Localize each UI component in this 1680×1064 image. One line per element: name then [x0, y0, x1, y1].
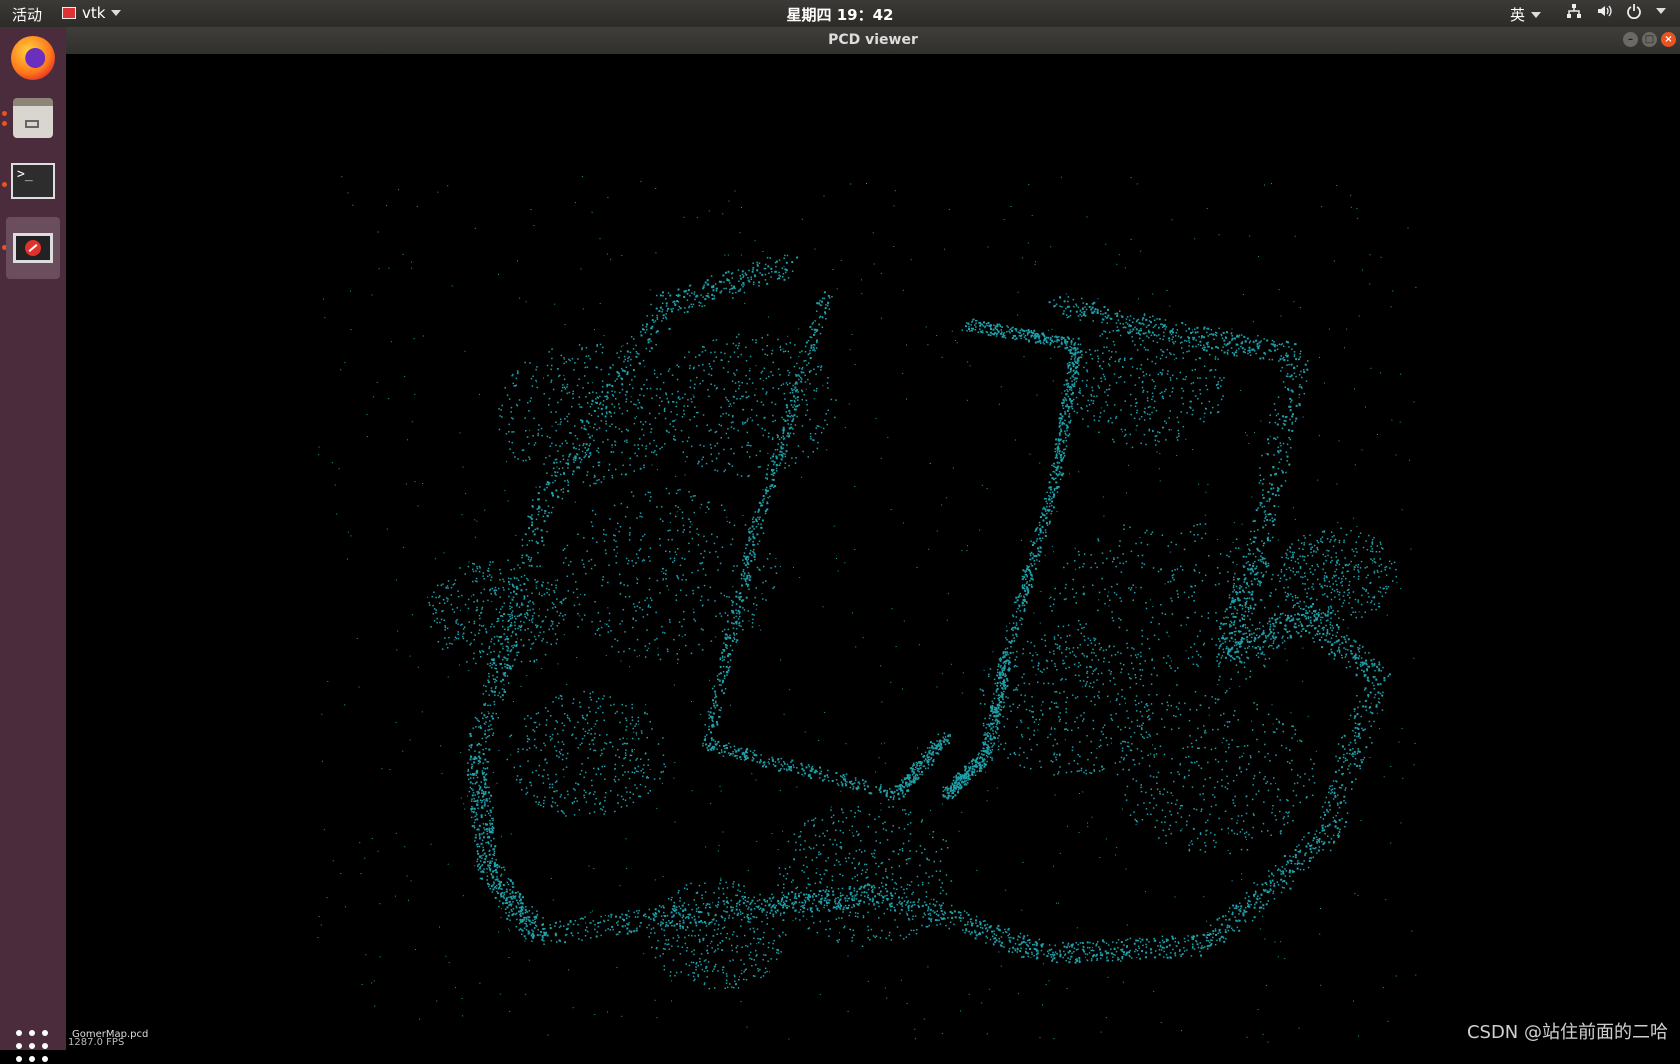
chevron-down-icon — [1656, 8, 1666, 14]
clock[interactable]: 星期四 19：42 — [0, 4, 1680, 25]
network-icon — [1567, 4, 1581, 18]
minimize-button[interactable]: – — [1623, 32, 1638, 47]
vtk-app-icon — [13, 233, 53, 263]
chevron-down-icon — [1531, 11, 1542, 18]
dock-item-vtk[interactable] — [6, 217, 60, 279]
vtk-app-small-icon — [62, 7, 76, 19]
no-entry-icon — [25, 240, 41, 256]
dock-item-terminal[interactable]: >_ — [6, 154, 60, 208]
point-cloud — [317, 176, 1417, 1043]
input-method-label: 英 — [1510, 6, 1526, 24]
input-method-menu[interactable]: 英 — [1510, 4, 1542, 25]
dock: >_ — [0, 27, 66, 1062]
fps-counter: 1287.0 FPS — [68, 1037, 125, 1048]
close-button[interactable]: × — [1661, 32, 1676, 47]
dock-item-firefox[interactable] — [6, 31, 60, 85]
maximize-button[interactable]: □ — [1642, 32, 1657, 47]
watermark: CSDN @站住前面的二哈 — [1466, 1022, 1668, 1043]
top-bar: 活动 vtk 星期四 19：42 英 — [0, 0, 1680, 27]
dock-item-files[interactable] — [6, 91, 60, 145]
system-tray[interactable] — [1566, 3, 1666, 19]
app-menu-label: vtk — [82, 4, 106, 22]
point-cloud-canvas[interactable] — [66, 54, 1680, 1050]
firefox-icon — [11, 36, 55, 80]
volume-icon — [1598, 5, 1612, 17]
show-applications-icon[interactable] — [16, 1030, 50, 1064]
power-icon — [1627, 4, 1641, 19]
window-title: PCD viewer — [828, 32, 918, 48]
chevron-down-icon — [111, 10, 122, 16]
files-icon — [13, 98, 53, 138]
app-menu[interactable]: vtk — [62, 4, 122, 22]
window-controls: – □ × — [1623, 32, 1676, 47]
point-cloud-viewport[interactable]: GomerMap.pcd 1287.0 FPS CSDN @站住前面的二哈 — [66, 54, 1680, 1050]
activities-button[interactable]: 活动 — [12, 4, 42, 25]
terminal-icon: >_ — [11, 163, 55, 199]
window-titlebar[interactable]: PCD viewer – □ × — [66, 27, 1680, 54]
